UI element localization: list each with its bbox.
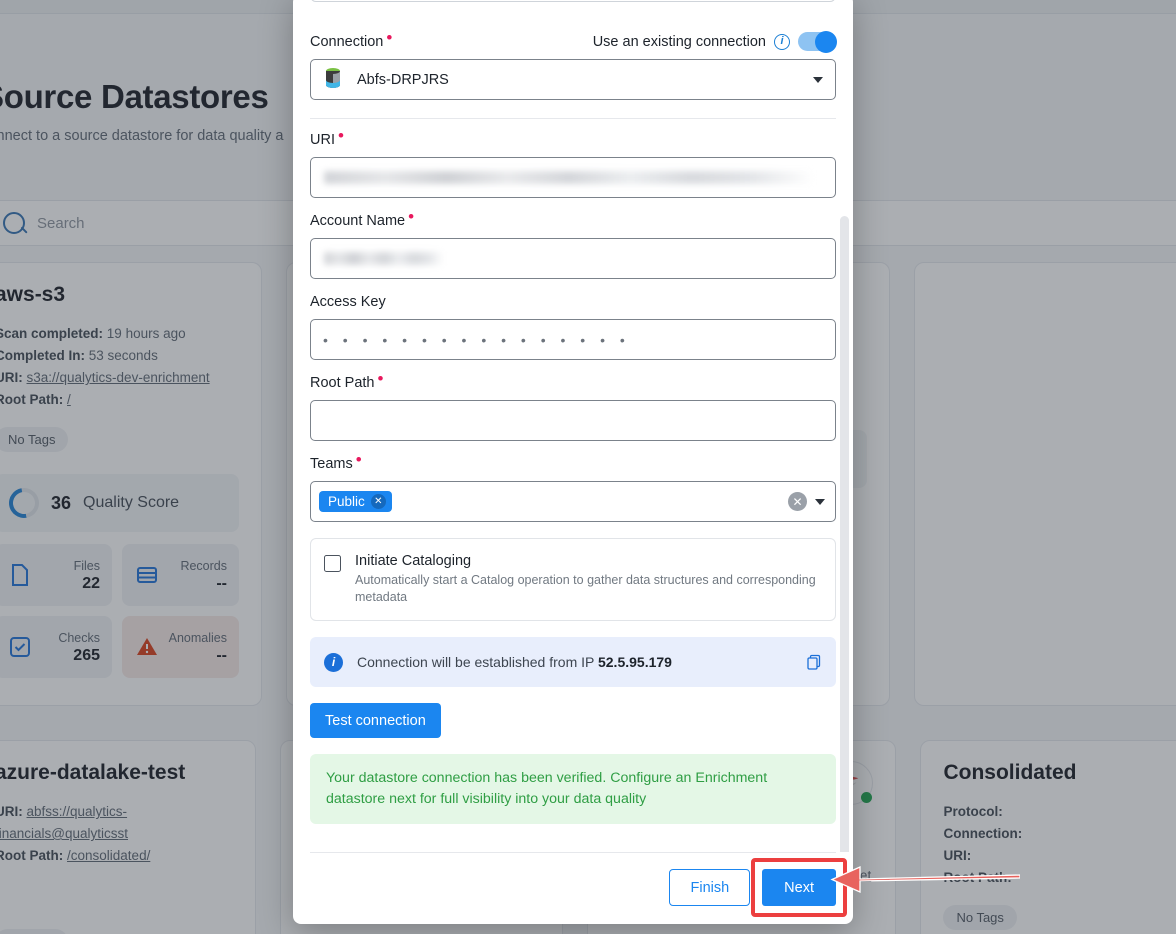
required-marker: •: [355, 450, 362, 469]
connection-settings-modal: Connection • Use an existing connection i: [293, 0, 853, 924]
existing-connection-label: Use an existing connection: [592, 33, 766, 50]
modal-scrolled-field-stub: [293, 0, 853, 20]
finish-button[interactable]: Finish: [669, 869, 751, 906]
uri-label: URI: [310, 132, 335, 148]
test-connection-button[interactable]: Test connection: [310, 703, 441, 738]
uri-input[interactable]: [310, 157, 836, 198]
root-path-label: Root Path: [310, 375, 375, 391]
teams-multiselect[interactable]: Public ✕ ✕: [310, 481, 836, 522]
connection-row-header: Connection • Use an existing connection i: [310, 29, 837, 53]
modal-footer: Finish Next: [310, 852, 847, 924]
account-name-label: Account Name: [310, 213, 406, 229]
modal-scrollbar[interactable]: [840, 216, 849, 852]
initiate-cataloging-title: Initiate Cataloging: [355, 553, 472, 569]
existing-connection-toggle[interactable]: [798, 30, 837, 53]
access-key-label: Access Key: [310, 294, 386, 310]
access-key-value: • • • • • • • • • • • • • • • •: [323, 331, 631, 348]
account-name-input[interactable]: [310, 238, 836, 279]
teams-label: Teams: [310, 456, 353, 472]
next-button[interactable]: Next: [762, 869, 836, 906]
info-icon: i: [324, 652, 343, 672]
ip-address: 52.5.95.179: [597, 654, 672, 670]
ip-banner-text: Connection will be established from IP: [357, 654, 595, 670]
team-chip-label: Public: [328, 494, 365, 509]
initiate-cataloging-checkbox[interactable]: [324, 555, 341, 572]
account-name-masked-value: [324, 252, 444, 265]
clear-all-icon[interactable]: ✕: [788, 492, 807, 511]
chevron-down-icon[interactable]: [813, 76, 823, 83]
required-marker: •: [377, 369, 384, 388]
team-chip[interactable]: Public ✕: [319, 491, 392, 512]
chevron-down-icon[interactable]: [815, 498, 825, 505]
connection-select[interactable]: Abfs-DRPJRS: [310, 59, 836, 100]
remove-chip-icon[interactable]: ✕: [370, 494, 386, 509]
connection-selected-value: Abfs-DRPJRS: [357, 71, 449, 88]
copy-icon[interactable]: [806, 654, 822, 670]
required-marker: •: [337, 126, 344, 145]
required-marker: •: [408, 207, 415, 226]
connection-success-banner: Your datastore connection has been verif…: [310, 754, 836, 824]
required-marker: •: [386, 27, 393, 47]
connection-label: Connection: [310, 33, 384, 50]
initiate-cataloging-card[interactable]: Initiate Cataloging Automatically start …: [310, 538, 836, 621]
screen: Source Datastores Connect to a source da…: [0, 0, 1176, 934]
initiate-cataloging-description: Automatically start a Catalog operation …: [355, 573, 816, 604]
annotation-arrow: [830, 865, 1020, 894]
access-key-input[interactable]: • • • • • • • • • • • • • • • •: [310, 319, 836, 360]
uri-masked-value: [324, 171, 814, 184]
section-divider: [310, 118, 836, 119]
root-path-input[interactable]: [310, 400, 836, 441]
abfs-datastore-icon: [323, 67, 343, 93]
info-icon[interactable]: i: [774, 33, 790, 50]
ip-info-banner: i Connection will be established from IP…: [310, 637, 836, 687]
modal-body: Connection • Use an existing connection i: [293, 20, 853, 852]
